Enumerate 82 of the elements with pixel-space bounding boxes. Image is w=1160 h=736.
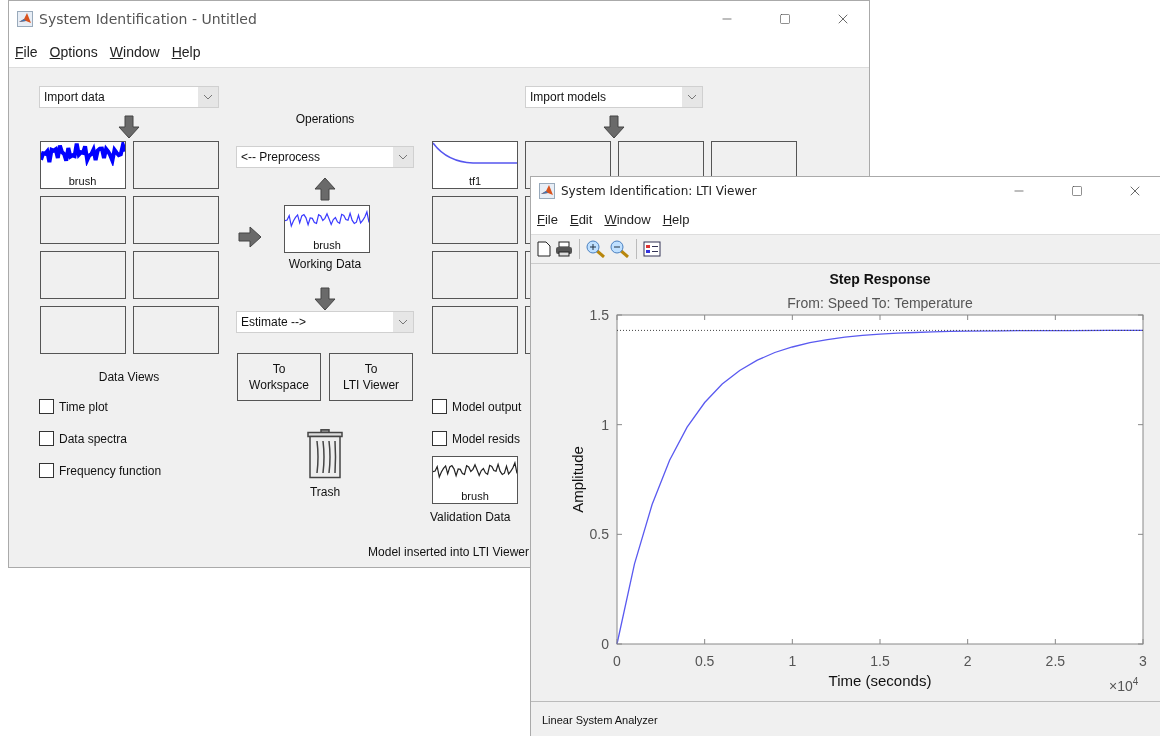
empty-slot[interactable] <box>432 196 518 244</box>
y-tick-label: 1 <box>601 416 609 433</box>
printer-icon[interactable] <box>555 241 573 257</box>
y-axis-label: Amplitude <box>569 446 586 513</box>
section-title: Data Views <box>98 370 160 384</box>
chevron-down-icon <box>687 94 697 100</box>
checkbox[interactable] <box>39 463 54 478</box>
dropdown[interactable]: Import data <box>39 86 219 108</box>
down-arrow-icon <box>117 115 141 139</box>
zoom-out-icon[interactable] <box>610 240 630 258</box>
up-arrow-icon <box>313 177 337 201</box>
x-tick-label: 2 <box>963 653 972 669</box>
checkbox-label: Model resids <box>452 431 521 446</box>
right-arrow-icon <box>238 225 262 249</box>
data-tile[interactable]: brush <box>39 141 126 189</box>
empty-slot[interactable] <box>39 251 126 299</box>
data-tile[interactable]: brush <box>284 205 370 253</box>
axis-multiplier: ×10$^{4}$ <box>1109 676 1139 694</box>
empty-slot[interactable] <box>39 306 126 354</box>
y-tick-label: 1.5 <box>589 307 609 323</box>
window-title: System Identification: LTI Viewer <box>561 184 758 198</box>
checkbox-label: Time plot <box>59 399 108 414</box>
chevron-down-icon <box>398 319 408 325</box>
down-arrow-icon <box>602 115 626 139</box>
checkbox-label: Data spectra <box>59 431 128 446</box>
empty-slot[interactable] <box>132 306 219 354</box>
x-tick-label: 3 <box>1139 653 1147 669</box>
dropdown[interactable]: <-- Preprocess <box>236 146 414 168</box>
chevron-down-icon <box>203 94 213 100</box>
x-tick-label: 1.5 <box>870 653 890 669</box>
down-arrow-icon <box>313 287 337 311</box>
data-tile[interactable]: brush <box>432 456 518 504</box>
x-tick-label: 1 <box>788 653 797 669</box>
checkbox[interactable] <box>39 431 54 446</box>
empty-slot[interactable] <box>432 306 518 354</box>
y-tick-label: 0 <box>601 636 609 652</box>
new-file-icon[interactable] <box>537 241 551 257</box>
empty-slot[interactable] <box>39 196 126 244</box>
status-text: Linear System Analyzer <box>542 713 658 726</box>
x-tick-label: 0.5 <box>694 653 715 669</box>
menu-item[interactable]: Window <box>109 44 160 60</box>
tile-caption: Validation Data <box>430 510 511 524</box>
data-tile[interactable]: tf1 <box>432 141 518 189</box>
empty-slot[interactable] <box>132 196 219 244</box>
chart-title: Step Response <box>829 271 931 287</box>
tile-caption: Working Data <box>288 257 362 271</box>
action-button[interactable]: To LTI Viewer <box>329 353 413 401</box>
menu-item[interactable]: File <box>15 44 38 60</box>
menu-item[interactable]: Help <box>171 44 201 60</box>
action-button[interactable]: To Workspace <box>237 353 321 401</box>
dropdown[interactable]: Import models <box>525 86 703 108</box>
checkbox[interactable] <box>39 399 54 414</box>
empty-slot[interactable] <box>132 251 219 299</box>
menu-item[interactable]: Help <box>662 212 690 227</box>
checkbox[interactable] <box>432 399 447 414</box>
status-text: Model inserted into LTI Viewer <box>368 545 529 559</box>
trash-label: Trash <box>309 485 341 499</box>
y-tick-label: 0.5 <box>589 526 609 543</box>
x-tick-label: 0 <box>613 653 621 669</box>
x-tick-label: 2.5 <box>1045 653 1066 669</box>
maximize-icon[interactable] <box>779 13 791 25</box>
legend-icon[interactable] <box>643 241 661 257</box>
app-logo-icon <box>539 183 555 199</box>
x-axis-label: Time (seconds) <box>828 672 932 689</box>
chevron-down-icon <box>398 154 408 160</box>
dropdown[interactable]: Estimate --> <box>236 311 414 333</box>
menu-item[interactable]: Options <box>49 44 98 60</box>
window-title: System Identification - Untitled <box>39 11 258 27</box>
zoom-in-icon[interactable] <box>586 240 606 258</box>
empty-slot[interactable] <box>132 141 219 189</box>
menu-item[interactable]: Edit <box>569 212 593 227</box>
menu-item[interactable]: Window <box>604 212 651 227</box>
trash-can-icon <box>307 429 343 479</box>
maximize-icon[interactable] <box>1071 185 1083 197</box>
menu-item[interactable]: File <box>537 212 558 227</box>
checkbox-label: Model output <box>452 399 522 414</box>
chart-subtitle: From: Speed To: Temperature <box>787 295 973 311</box>
checkbox-label: Frequency function <box>59 463 162 478</box>
empty-slot[interactable] <box>432 251 518 299</box>
app-logo-icon <box>17 11 33 27</box>
section-title: Operations <box>295 112 355 126</box>
checkbox[interactable] <box>432 431 447 446</box>
